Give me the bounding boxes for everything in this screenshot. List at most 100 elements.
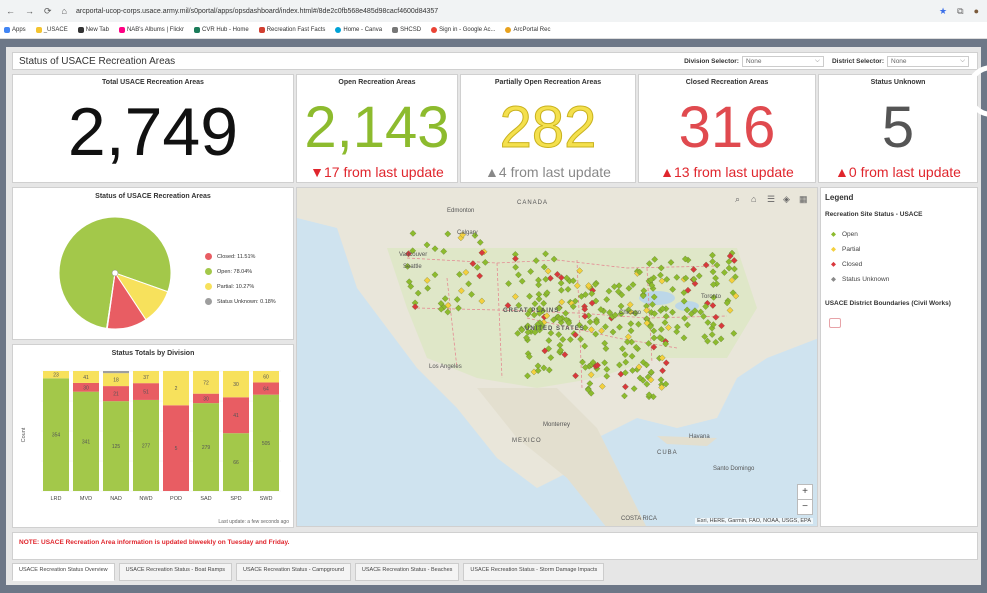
bar-footer: Last update: a few seconds ago	[218, 519, 289, 525]
bookmark-canva[interactable]: Home - Canva	[335, 27, 382, 33]
bar-value-label: 23	[53, 373, 59, 379]
bookmark-apps[interactable]: Apps	[4, 27, 26, 33]
map-label: Havana	[689, 434, 710, 440]
map-label: Chicago	[619, 310, 642, 316]
bar-value-label: 21	[113, 392, 119, 398]
kpi-change: ▼17 from last update	[310, 164, 444, 180]
kpi-label: Total USACE Recreation Areas	[102, 79, 204, 86]
x-tick-label: SPD	[230, 496, 241, 502]
bar-panel: Status Totals by Division Count 354 23 LRD 3…	[12, 344, 294, 528]
zoom-in-button[interactable]: +	[797, 484, 813, 500]
avatar[interactable]: ●	[974, 6, 979, 17]
bar-value-label: 30	[233, 382, 239, 388]
legend-item-open: ◆ Open	[831, 230, 858, 239]
division-select[interactable]: None ⌵	[741, 55, 824, 67]
kpi-value: 316	[678, 95, 776, 160]
map-label: Toronto	[701, 294, 722, 300]
basemap-icon[interactable]: ▦	[799, 194, 808, 205]
reload-icon[interactable]: ⟳	[44, 6, 52, 17]
bookmark-rec-facts[interactable]: Recreation Fast Facts	[258, 27, 325, 33]
map-canvas[interactable]	[297, 188, 818, 527]
bookmark-usace[interactable]: _USACE	[35, 27, 68, 33]
kpi-value: 282	[499, 95, 597, 161]
legend-item-unknown: ◆ Status Unknown	[831, 275, 890, 284]
back-icon[interactable]: ←	[6, 6, 15, 17]
map-label: Los Angeles	[429, 364, 462, 370]
tab-boat-ramps[interactable]: USACE Recreation Status - Boat Ramps	[118, 563, 233, 581]
map-label: Monterrey	[543, 422, 571, 428]
kpi-partial: Partially Open Recreation Areas 282 ▲4 f…	[460, 74, 636, 183]
flickr-icon	[118, 27, 125, 33]
bookmark-google[interactable]: Sign in - Google Ac...	[431, 27, 495, 33]
legend-section-title: USACE District Boundaries (Civil Works)	[825, 300, 951, 307]
pie-legend-item: Closed: 11.51%	[205, 253, 255, 260]
zoom-out-button[interactable]: −	[797, 499, 813, 515]
note-text: NOTE: USACE Recreation Area information …	[19, 539, 290, 546]
extensions-icon[interactable]: ⧉	[957, 6, 963, 17]
tab-storm-damage[interactable]: USACE Recreation Status - Storm Damage I…	[463, 563, 605, 581]
bookmark-shcsd[interactable]: SHCSD	[392, 27, 421, 33]
bar-value-label: 505	[262, 441, 271, 447]
bookmarks-bar: Apps _USACE New Tab NAB's Albums | Flick…	[0, 22, 987, 39]
bar-value-label: 2	[175, 386, 178, 392]
x-tick-label: SAD	[200, 496, 211, 502]
nav-buttons: ← → ⟳ ⌂	[0, 6, 76, 17]
home-icon[interactable]: ⌂	[751, 194, 756, 204]
kpi-unknown: Status Unknown 5 ▲0 from last update	[818, 74, 978, 183]
map-label: COSTA RICA	[621, 516, 657, 522]
pie-legend-item: Status Unknown: 0.18%	[205, 298, 276, 305]
bar-value-label: 277	[142, 443, 151, 449]
bar-segment-status-unknown[interactable]	[103, 371, 129, 374]
kpi-total: Total USACE Recreation Areas 2,749	[12, 74, 294, 183]
list-icon[interactable]: ☰	[767, 194, 775, 205]
layers-icon[interactable]: ◈	[783, 194, 790, 205]
bar-value-label: 30	[83, 385, 89, 391]
bar-value-label: 64	[263, 387, 269, 393]
tab-overview[interactable]: USACE Recreation Status Overview	[12, 563, 115, 581]
forward-icon[interactable]: →	[25, 6, 34, 17]
bookmark-flickr[interactable]: NAB's Albums | Flickr	[118, 27, 184, 33]
tab-campground[interactable]: USACE Recreation Status - Campground	[236, 563, 351, 581]
search-icon[interactable]: ⌕	[735, 194, 740, 205]
kpi-closed: Closed Recreation Areas 316 ▲13 from las…	[638, 74, 816, 183]
x-tick-label: MVD	[80, 496, 92, 502]
map-label: CUBA	[657, 450, 678, 456]
map-view[interactable]: CANADA GREAT PLAINS UNITED STATES MEXICO…	[296, 187, 818, 527]
map-label: Seattle	[403, 264, 422, 270]
kpi-change: ▲13 from last update	[660, 164, 794, 180]
boundary-swatch-icon	[829, 318, 841, 328]
star-icon[interactable]: ★	[939, 6, 947, 17]
bookmark-cvr-hub[interactable]: CVR Hub - Home	[194, 27, 249, 33]
address-bar[interactable]: arcportal-ucop-corps.usace.army.mil/s0po…	[76, 8, 909, 15]
district-select[interactable]: None ⌵	[887, 55, 969, 67]
folder-icon	[35, 27, 42, 33]
legend-panel: Legend Recreation Site Status - USACE ◆ O…	[820, 187, 978, 527]
note-panel: NOTE: USACE Recreation Area information …	[12, 532, 978, 560]
pie-legend-item: Partial: 10.27%	[205, 283, 254, 290]
kpi-value: 2,749	[67, 94, 239, 170]
diamond-icon: ◆	[831, 231, 836, 238]
diamond-icon: ◆	[831, 261, 836, 268]
bar-value-label: 41	[233, 413, 239, 419]
map-label: GREAT PLAINS	[503, 308, 560, 314]
canva-icon	[335, 27, 342, 33]
map-label: Calgary	[457, 230, 478, 236]
tab-beaches[interactable]: USACE Recreation Status - Beaches	[354, 563, 460, 581]
dashboard: Status of USACE Recreation Areas Divisio…	[6, 47, 981, 585]
bookmark-new-tab[interactable]: New Tab	[77, 27, 109, 33]
bar-chart: Count 354 23 LRD 341 30 41 MVD 125 21 18 NAD 277 51 37…	[21, 370, 281, 502]
bookmark-arcportal[interactable]: ArcPortal Rec	[505, 27, 550, 33]
district-selector[interactable]: District Selector: None ⌵	[832, 55, 969, 67]
water-atlantic-inlet	[737, 378, 777, 418]
home-icon[interactable]: ⌂	[62, 6, 67, 17]
bar-value-label: 60	[263, 375, 269, 381]
bar-value-label: 279	[202, 445, 211, 451]
division-selector[interactable]: Division Selector: None ⌵	[684, 55, 824, 67]
x-tick-label: SWD	[260, 496, 273, 502]
pie-panel: Status of USACE Recreation Areas Closed:…	[12, 187, 294, 340]
kpi-label: Partially Open Recreation Areas	[494, 79, 602, 86]
map-attribution: Esri, HERE, Garmin, FAO, NOAA, USGS, EPA	[695, 518, 813, 524]
map-label: Edmonton	[447, 208, 475, 214]
map-label: UNITED STATES	[525, 326, 585, 332]
legend-swatch	[205, 253, 212, 260]
